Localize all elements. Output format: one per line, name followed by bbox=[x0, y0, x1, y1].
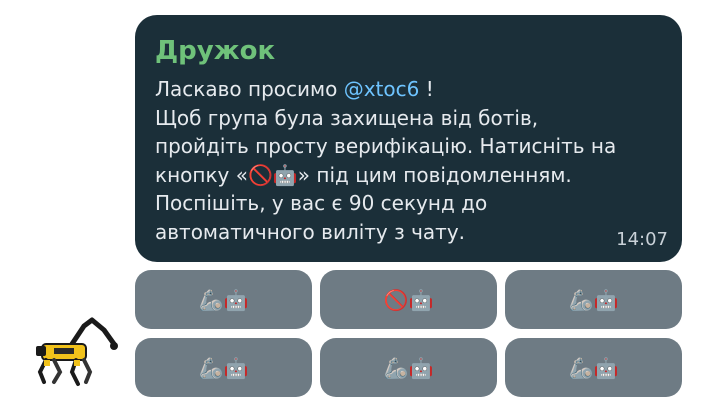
greeting-text: Ласкаво просимо bbox=[155, 77, 344, 101]
robot-dog-icon bbox=[36, 317, 118, 386]
verification-button-3[interactable]: 🦾🤖 bbox=[505, 270, 682, 329]
message-bubble: Дружок Ласкаво просимо @xtoc6 ! Щоб груп… bbox=[135, 15, 682, 262]
sender-avatar[interactable] bbox=[32, 316, 124, 388]
verification-button-1[interactable]: 🦾🤖 bbox=[135, 270, 312, 329]
message-timestamp: 14:07 bbox=[616, 229, 668, 250]
verification-button-4[interactable]: 🦾🤖 bbox=[135, 338, 312, 397]
message-body: Щоб група була захищена від ботів, пройд… bbox=[155, 105, 617, 244]
verification-button-6[interactable]: 🦾🤖 bbox=[505, 338, 682, 397]
inline-keyboard: 🦾🤖 🚫🤖 🦾🤖 🦾🤖 🦾🤖 🦾🤖 bbox=[135, 270, 682, 397]
greeting-suffix: ! bbox=[419, 77, 434, 101]
verification-button-5[interactable]: 🦾🤖 bbox=[320, 338, 497, 397]
sender-name[interactable]: Дружок bbox=[155, 35, 660, 67]
user-mention-link[interactable]: @xtoc6 bbox=[344, 77, 420, 101]
verification-button-2[interactable]: 🚫🤖 bbox=[320, 270, 497, 329]
message-text: Ласкаво просимо @xtoc6 ! Щоб група була … bbox=[155, 75, 660, 246]
